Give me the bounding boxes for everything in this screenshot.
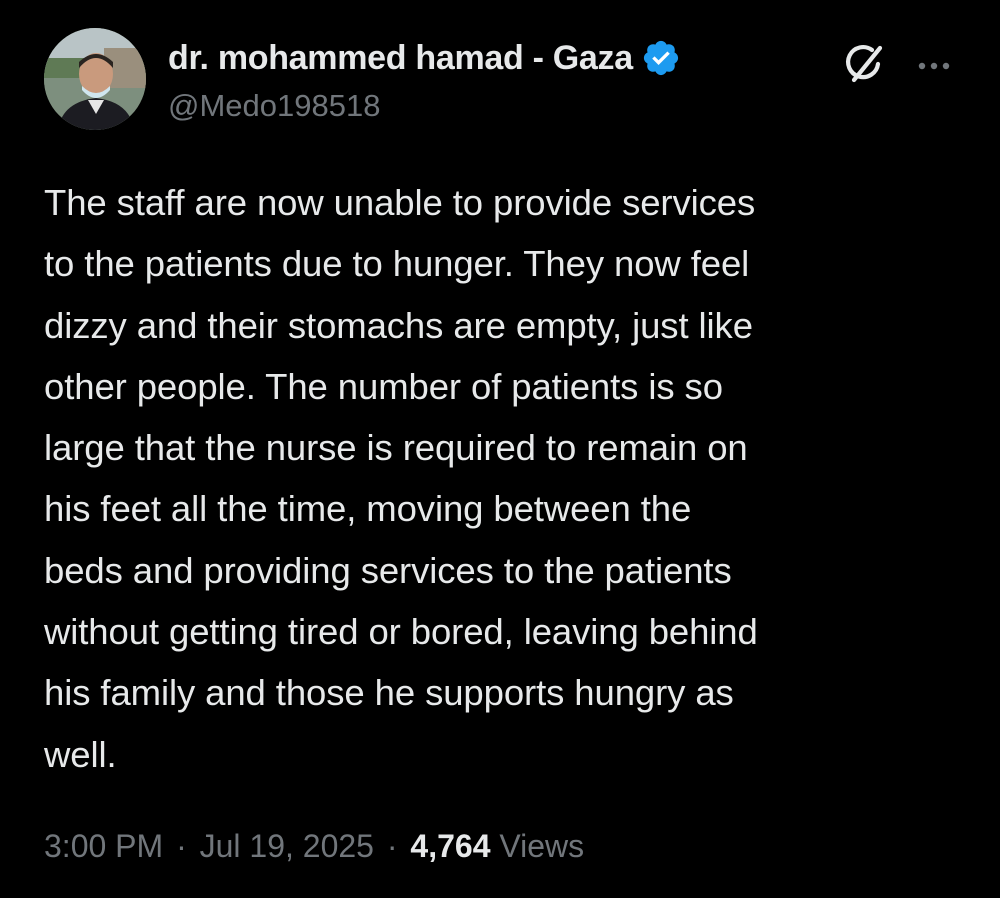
tweet-text-line: to the patients due to hunger. They now … — [44, 243, 750, 285]
avatar[interactable] — [44, 28, 146, 130]
tweet-text-line: dizzy and their stomachs are empty, just… — [44, 304, 753, 346]
tweet-text-line: beds and providing services to the patie… — [44, 549, 732, 591]
avatar-image — [44, 28, 146, 130]
author-names: dr. mohammed hamad - Gaza @Medo198518 — [168, 36, 681, 124]
name-row: dr. mohammed hamad - Gaza — [168, 36, 681, 80]
views-count[interactable]: 4,764 — [410, 828, 490, 864]
verified-badge-icon[interactable] — [641, 38, 681, 78]
tweet-time[interactable]: 3:00 PM — [44, 828, 163, 864]
tweet-text: The staff are now unable to provide serv… — [44, 172, 964, 785]
tweet-date[interactable]: Jul 19, 2025 — [200, 828, 374, 864]
more-options-icon[interactable] — [914, 46, 954, 86]
tweet-header: dr. mohammed hamad - Gaza @Medo198518 — [44, 28, 960, 138]
views-label[interactable]: Views — [499, 828, 584, 864]
tweet-text-line: his feet all the time, moving between th… — [44, 488, 692, 530]
tweet-meta: 3:00 PM · Jul 19, 2025 · 4,764 Views — [44, 828, 584, 865]
tweet-text-line: without getting tired or bored, leaving … — [44, 611, 758, 653]
tweet-text-line: other people. The number of patients is … — [44, 365, 723, 407]
tweet-text-line: The staff are now unable to provide serv… — [44, 182, 756, 223]
author-display-name[interactable]: dr. mohammed hamad - Gaza — [168, 39, 633, 78]
meta-separator: · — [176, 828, 187, 864]
tweet-text-line: his family and those he supports hungry … — [44, 672, 734, 714]
tweet-text-line: large that the nurse is required to rema… — [44, 427, 748, 469]
author-handle[interactable]: @Medo198518 — [168, 88, 681, 124]
grok-icon[interactable] — [842, 42, 886, 86]
tweet-text-line: well. — [44, 733, 117, 775]
meta-separator: · — [386, 828, 398, 864]
